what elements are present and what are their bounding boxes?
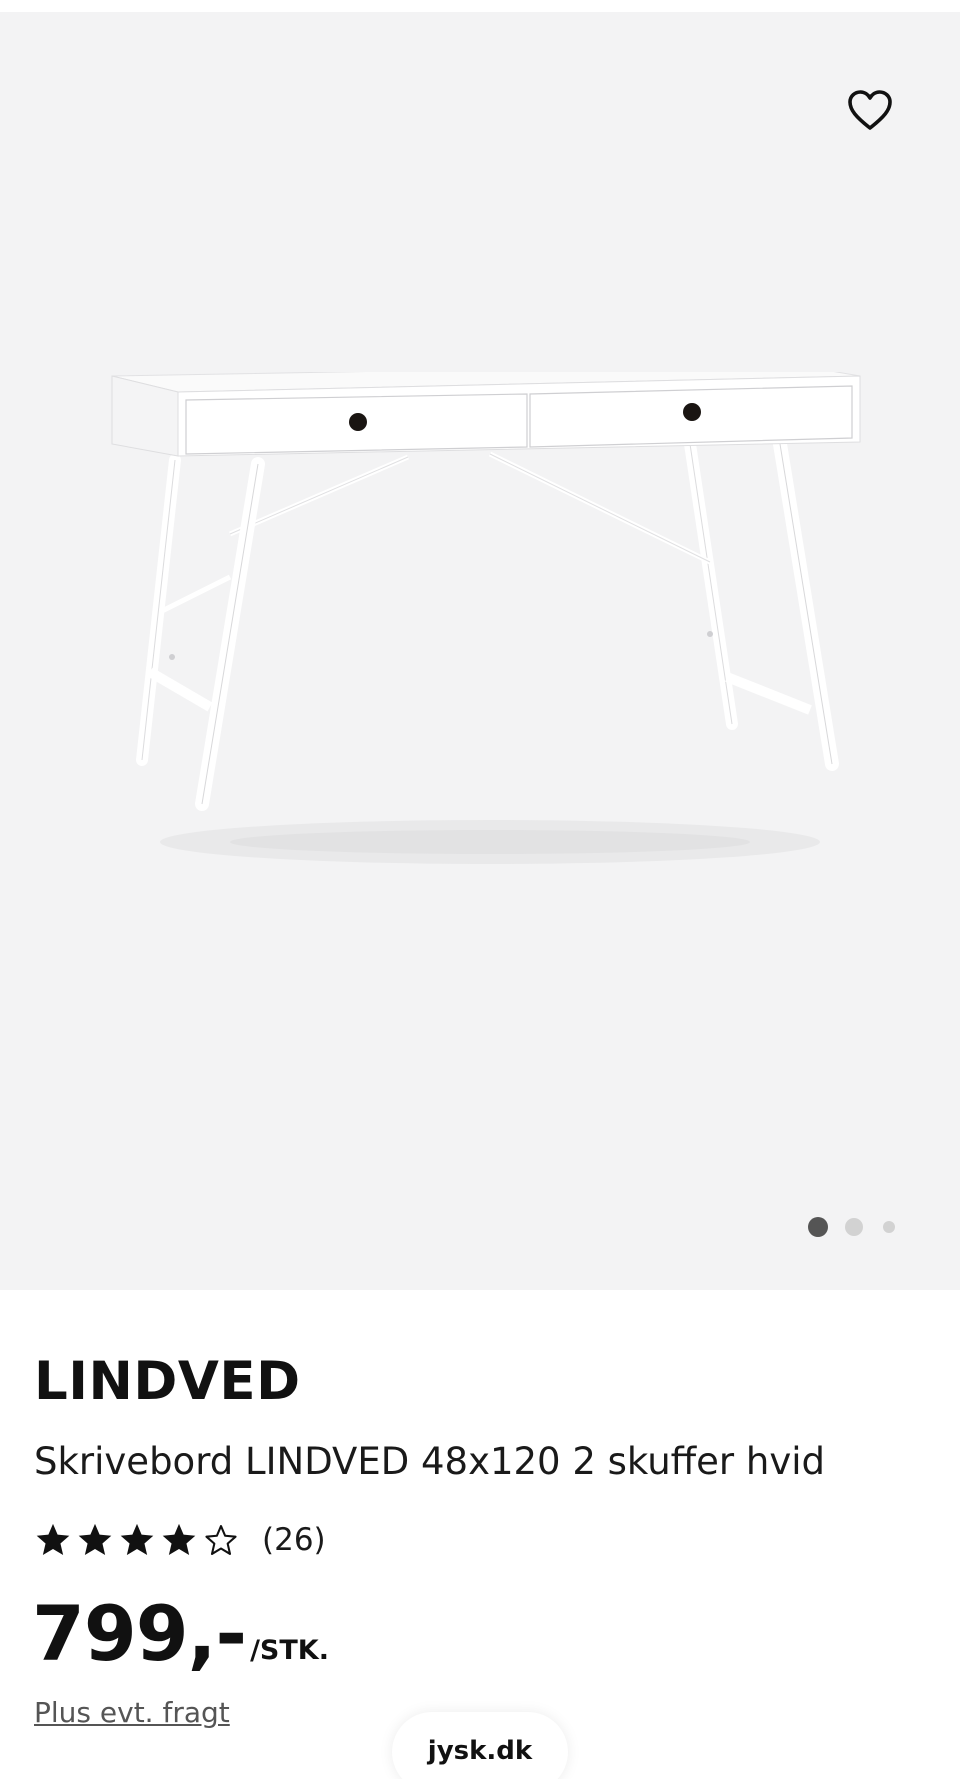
- favorite-button[interactable]: [846, 88, 894, 132]
- star-filled-icon: [36, 1523, 70, 1556]
- star-filled-icon: [78, 1523, 112, 1556]
- carousel-indicators: [808, 1215, 895, 1239]
- product-rating[interactable]: (26): [34, 1518, 326, 1562]
- heart-outline-icon: [848, 90, 892, 130]
- star-outline-icon: [205, 1525, 237, 1555]
- price-unit: /STK.: [250, 1635, 329, 1666]
- domain-label: jysk.dk: [427, 1736, 533, 1766]
- star-filled-icon: [162, 1523, 196, 1556]
- carousel-dot-active[interactable]: [808, 1217, 828, 1237]
- carousel-dot[interactable]: [845, 1218, 863, 1236]
- product-page: LINDVED Skrivebord LINDVED 48x120 2 skuf…: [0, 0, 960, 1779]
- price-row: 799,- /STK.: [32, 1596, 329, 1672]
- product-title: Skrivebord LINDVED 48x120 2 skuffer hvid: [34, 1440, 826, 1483]
- product-image-desk: [111, 372, 861, 864]
- shipping-link[interactable]: Plus evt. fragt: [34, 1696, 230, 1729]
- product-image-gallery[interactable]: [0, 12, 960, 1290]
- browser-domain-pill[interactable]: jysk.dk: [392, 1712, 568, 1779]
- star-filled-icon: [120, 1523, 154, 1556]
- review-count: (26): [262, 1522, 326, 1558]
- product-brand: LINDVED: [34, 1351, 301, 1412]
- carousel-dot[interactable]: [883, 1221, 895, 1233]
- rating-stars: [34, 1521, 240, 1559]
- price: 799,-: [32, 1589, 247, 1678]
- top-strip: [0, 0, 960, 12]
